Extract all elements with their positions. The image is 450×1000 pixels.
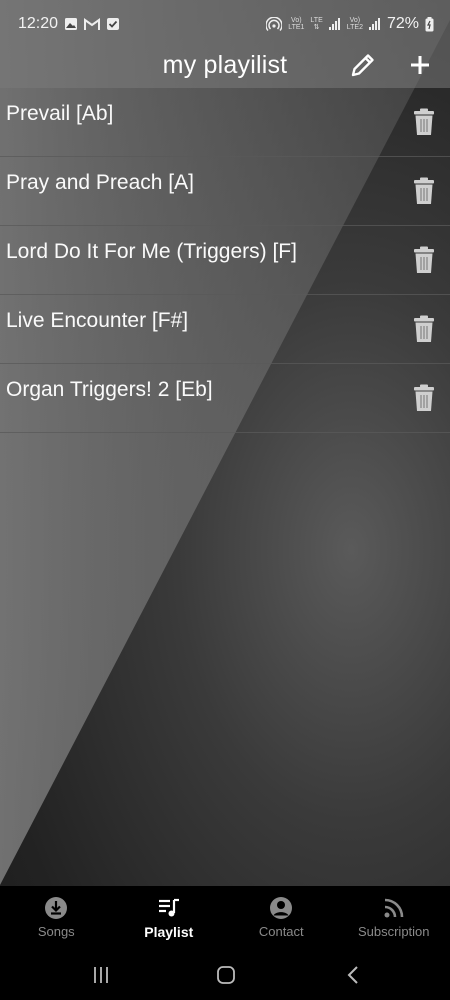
list-item[interactable]: Live Encounter [F#] bbox=[0, 295, 450, 364]
trash-icon bbox=[414, 108, 434, 135]
list-item[interactable]: Lord Do It For Me (Triggers) [F] bbox=[0, 226, 450, 295]
trash-icon bbox=[414, 315, 434, 342]
battery-icon bbox=[425, 16, 434, 32]
signal-icon bbox=[328, 18, 341, 30]
trash-icon bbox=[414, 384, 434, 411]
delete-button[interactable] bbox=[410, 313, 438, 345]
recents-icon bbox=[94, 967, 108, 983]
trash-icon bbox=[414, 177, 434, 204]
image-icon bbox=[64, 17, 78, 31]
plus-icon bbox=[411, 56, 429, 74]
delete-button[interactable] bbox=[410, 382, 438, 414]
nav-label-contact: Contact bbox=[258, 924, 304, 939]
nav-item-contact[interactable]: Contact bbox=[225, 886, 338, 950]
back-icon bbox=[347, 966, 358, 984]
song-title: Live Encounter [F#] bbox=[6, 309, 189, 332]
nav-label-subscription: Subscription bbox=[357, 924, 430, 939]
sim2-label: Vo) LTE2 bbox=[346, 17, 363, 31]
delete-button[interactable] bbox=[410, 175, 438, 207]
nav-item-songs[interactable]: Songs bbox=[0, 886, 113, 950]
add-song-button[interactable] bbox=[404, 49, 436, 81]
download-circle-icon bbox=[45, 897, 68, 919]
lte-label: LTE ⇅ bbox=[310, 17, 323, 31]
playlist-list: Prevail [Ab] Pray and Preach [A] Lord Do… bbox=[0, 88, 450, 433]
home-button[interactable] bbox=[211, 962, 241, 988]
playlist-music-icon bbox=[158, 898, 179, 917]
rss-icon bbox=[384, 898, 404, 918]
account-circle-icon bbox=[270, 897, 293, 919]
song-title: Organ Triggers! 2 [Eb] bbox=[6, 378, 213, 401]
list-item[interactable]: Prevail [Ab] bbox=[0, 88, 450, 157]
checkbox-icon bbox=[106, 17, 120, 31]
list-item[interactable]: Organ Triggers! 2 [Eb] bbox=[0, 364, 450, 433]
pencil-icon bbox=[351, 54, 374, 77]
edit-playlist-button[interactable] bbox=[347, 49, 379, 81]
status-bar: 12:20 Vo) LTE1 LTE ⇅ Vo) LTE2 72% bbox=[0, 0, 450, 48]
song-title: Pray and Preach [A] bbox=[6, 171, 194, 194]
page-title: my playilist bbox=[162, 50, 288, 79]
hotspot-icon bbox=[266, 17, 283, 31]
signal-icon bbox=[368, 18, 381, 30]
nav-item-subscription[interactable]: Subscription bbox=[338, 886, 450, 950]
sim1-label: Vo) LTE1 bbox=[288, 17, 305, 31]
song-title: Lord Do It For Me (Triggers) [F] bbox=[6, 240, 297, 263]
recents-button[interactable] bbox=[86, 962, 116, 988]
delete-button[interactable] bbox=[410, 106, 438, 138]
nav-label-playlist: Playlist bbox=[144, 924, 194, 940]
list-item[interactable]: Pray and Preach [A] bbox=[0, 157, 450, 226]
app-bar: my playilist bbox=[0, 42, 450, 88]
trash-icon bbox=[414, 246, 434, 273]
status-time: 12:20 bbox=[18, 15, 59, 32]
back-button[interactable] bbox=[338, 962, 368, 988]
bottom-nav: Songs Playlist Contact Subscription bbox=[0, 886, 450, 950]
system-nav-bar bbox=[0, 950, 450, 1000]
song-title: Prevail [Ab] bbox=[6, 102, 114, 125]
delete-button[interactable] bbox=[410, 244, 438, 276]
battery-percent: 72% bbox=[386, 15, 419, 32]
nav-item-playlist[interactable]: Playlist bbox=[113, 886, 226, 950]
home-icon bbox=[217, 966, 235, 984]
gmail-icon bbox=[84, 17, 101, 31]
nav-label-songs: Songs bbox=[37, 924, 75, 939]
